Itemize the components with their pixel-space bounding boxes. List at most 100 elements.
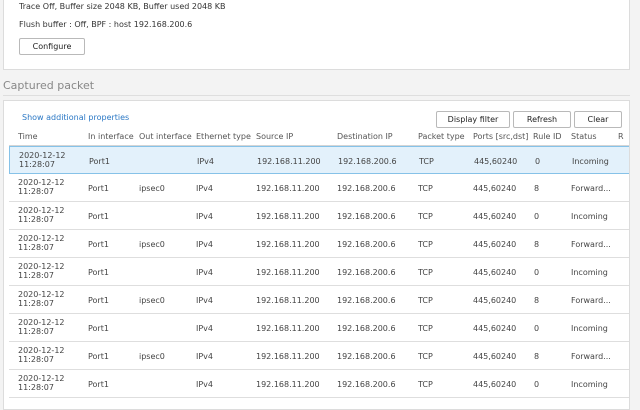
row-packet-type: TCP — [418, 240, 433, 249]
row-rule-id: 0 — [535, 157, 541, 166]
row-time: 2020-12-12 11:28:07 — [18, 290, 65, 308]
row-destination-ip: 192.168.200.6 — [337, 324, 396, 333]
section-divider — [3, 95, 630, 96]
column-header-status[interactable]: Status — [571, 132, 597, 141]
row-destination-ip: 192.168.200.6 — [337, 268, 396, 277]
row-source-ip: 192.168.11.200 — [256, 184, 320, 193]
column-header-packet-type[interactable]: Packet type — [418, 132, 465, 141]
row-destination-ip: 192.168.200.6 — [337, 240, 396, 249]
configure-button[interactable]: Configure — [19, 38, 85, 55]
row-time: 2020-12-12 11:28:07 — [18, 374, 65, 392]
row-out-interface: ipsec0 — [139, 352, 165, 361]
column-header-time[interactable]: Time — [18, 132, 38, 141]
row-packet-type: TCP — [418, 184, 433, 193]
row-rule-id: 0 — [534, 212, 540, 221]
row-out-interface: ipsec0 — [139, 296, 165, 305]
table-row[interactable]: 2020-12-12 11:28:07 Port1 IPv4 192.168.11… — [9, 370, 629, 398]
row-out-interface: ipsec0 — [139, 184, 165, 193]
row-source-ip: 192.168.11.200 — [256, 268, 320, 277]
row-status: Forward... — [571, 184, 611, 193]
row-packet-type: TCP — [418, 212, 433, 221]
row-source-ip: 192.168.11.200 — [257, 157, 321, 166]
row-status: Forward... — [571, 352, 611, 361]
row-destination-ip: 192.168.200.6 — [337, 296, 396, 305]
column-header-ports[interactable]: Ports [src,dst] — [473, 132, 528, 141]
show-additional-properties-link[interactable]: Show additional properties — [22, 113, 129, 122]
row-status: Incoming — [572, 157, 609, 166]
row-packet-type: TCP — [418, 296, 433, 305]
row-rule-id: 8 — [534, 240, 540, 249]
row-ethernet-type: IPv4 — [196, 240, 214, 249]
table-row[interactable]: 2020-12-12 11:28:07 Port1 ipsec0 IPv4 192… — [9, 174, 629, 202]
row-time: 2020-12-12 11:28:07 — [18, 178, 65, 196]
row-status: Forward... — [571, 296, 611, 305]
row-source-ip: 192.168.11.200 — [256, 296, 320, 305]
row-destination-ip: 192.168.200.6 — [338, 157, 397, 166]
row-in-interface: Port1 — [88, 296, 109, 305]
display-filter-button[interactable]: Display filter — [436, 111, 510, 128]
clear-button[interactable]: Clear — [574, 111, 622, 128]
row-ethernet-type: IPv4 — [196, 268, 214, 277]
row-in-interface: Port1 — [88, 184, 109, 193]
row-ethernet-type: IPv4 — [196, 352, 214, 361]
column-header-rule-id[interactable]: Rule ID — [533, 132, 561, 141]
row-packet-type: TCP — [418, 268, 433, 277]
row-source-ip: 192.168.11.200 — [256, 240, 320, 249]
row-ports: 445,60240 — [473, 324, 517, 333]
row-out-interface: ipsec0 — [139, 240, 165, 249]
row-ports: 445,60240 — [473, 352, 517, 361]
row-ports: 445,60240 — [473, 268, 517, 277]
row-in-interface: Port1 — [89, 157, 110, 166]
table-row[interactable]: 2020-12-12 11:28:07 Port1 ipsec0 IPv4 192… — [9, 230, 629, 258]
row-time: 2020-12-12 11:28:07 — [18, 262, 65, 280]
row-in-interface: Port1 — [88, 324, 109, 333]
row-time: 2020-12-12 11:28:07 — [18, 318, 65, 336]
row-source-ip: 192.168.11.200 — [256, 212, 320, 221]
row-in-interface: Port1 — [88, 212, 109, 221]
captured-packet-panel: Show additional properties Display filte… — [3, 100, 630, 410]
row-in-interface: Port1 — [88, 268, 109, 277]
row-packet-type: TCP — [418, 324, 433, 333]
row-status: Incoming — [571, 324, 608, 333]
row-ports: 445,60240 — [473, 240, 517, 249]
trace-status-text: Trace Off, Buffer size 2048 KB, Buffer u… — [19, 2, 226, 11]
column-header-truncated[interactable]: R — [618, 132, 624, 141]
row-in-interface: Port1 — [88, 352, 109, 361]
row-packet-type: TCP — [419, 157, 434, 166]
row-destination-ip: 192.168.200.6 — [337, 212, 396, 221]
column-header-destination-ip[interactable]: Destination IP — [337, 132, 393, 141]
table-row[interactable]: 2020-12-12 11:28:07 Port1 ipsec0 IPv4 192… — [9, 342, 629, 370]
trace-settings-panel: Trace Off, Buffer size 2048 KB, Buffer u… — [3, 0, 630, 70]
row-ethernet-type: IPv4 — [196, 184, 214, 193]
row-in-interface: Port1 — [88, 240, 109, 249]
table-row[interactable]: 2020-12-12 11:28:07 Port1 IPv4 192.168.11… — [9, 146, 629, 174]
row-packet-type: TCP — [418, 352, 433, 361]
row-source-ip: 192.168.11.200 — [256, 380, 320, 389]
row-in-interface: Port1 — [88, 380, 109, 389]
row-status: Incoming — [571, 268, 608, 277]
table-row[interactable]: 2020-12-12 11:28:07 Port1 IPv4 192.168.11… — [9, 258, 629, 286]
row-status: Incoming — [571, 212, 608, 221]
table-row[interactable]: 2020-12-12 11:28:07 Port1 ipsec0 IPv4 192… — [9, 286, 629, 314]
row-rule-id: 8 — [534, 296, 540, 305]
row-source-ip: 192.168.11.200 — [256, 324, 320, 333]
row-time: 2020-12-12 11:28:07 — [18, 346, 65, 364]
row-rule-id: 0 — [534, 268, 540, 277]
row-ports: 445,60240 — [474, 157, 518, 166]
row-ports: 445,60240 — [473, 380, 517, 389]
row-packet-type: TCP — [418, 380, 433, 389]
table-row[interactable]: 2020-12-12 11:28:07 Port1 IPv4 192.168.11… — [9, 314, 629, 342]
row-time: 2020-12-12 11:28:07 — [18, 206, 65, 224]
column-header-out-interface[interactable]: Out interface — [139, 132, 192, 141]
column-header-ethernet-type[interactable]: Ethernet type — [196, 132, 251, 141]
refresh-button[interactable]: Refresh — [513, 111, 571, 128]
row-ethernet-type: IPv4 — [196, 324, 214, 333]
row-rule-id: 0 — [534, 324, 540, 333]
column-header-source-ip[interactable]: Source IP — [256, 132, 293, 141]
column-header-in-interface[interactable]: In interface — [88, 132, 134, 141]
trace-filter-text: Flush buffer : Off, BPF : host 192.168.2… — [19, 20, 193, 29]
table-row[interactable]: 2020-12-12 11:28:07 Port1 IPv4 192.168.11… — [9, 202, 629, 230]
row-ethernet-type: IPv4 — [196, 212, 214, 221]
row-ethernet-type: IPv4 — [197, 157, 215, 166]
row-destination-ip: 192.168.200.6 — [337, 380, 396, 389]
